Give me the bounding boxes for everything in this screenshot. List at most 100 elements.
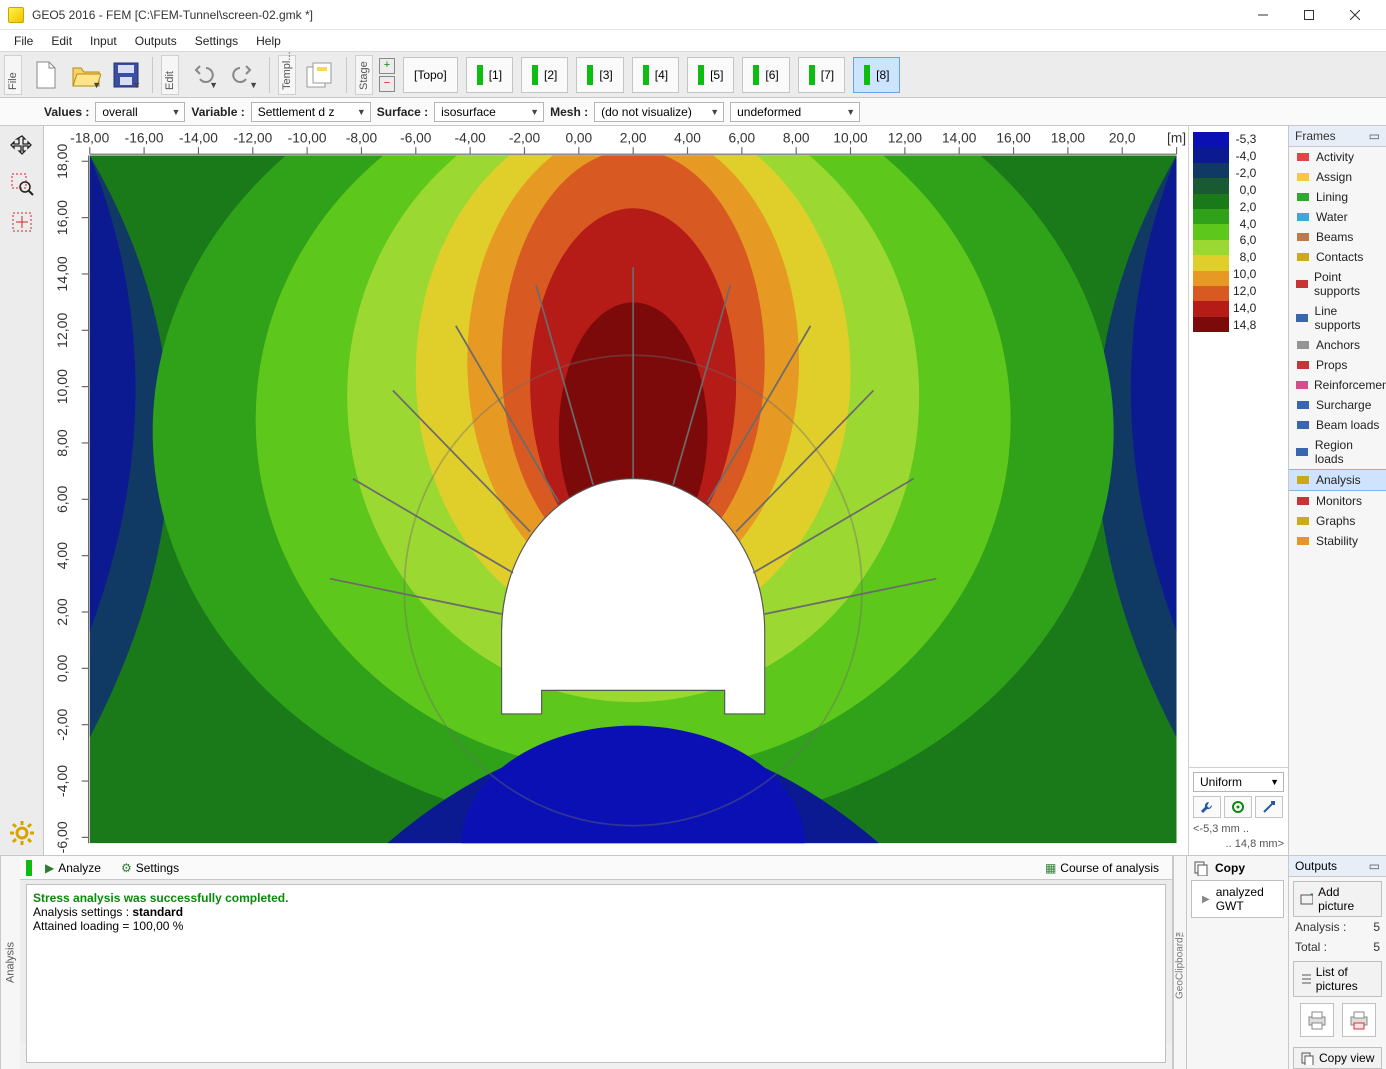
close-button[interactable]	[1332, 0, 1378, 30]
svg-text:12,00: 12,00	[54, 312, 70, 348]
svg-text:8,00: 8,00	[783, 129, 810, 145]
frame-item-activity[interactable]: Activity	[1289, 147, 1386, 167]
stage-1[interactable]: [1]	[466, 57, 513, 93]
copy-header: Copy	[1187, 856, 1288, 880]
frame-item-assign[interactable]: Assign	[1289, 167, 1386, 187]
menu-help[interactable]: Help	[248, 32, 289, 50]
frame-item-lining[interactable]: Lining	[1289, 187, 1386, 207]
pan-tool[interactable]	[6, 130, 38, 162]
view-settings-button[interactable]	[6, 817, 38, 849]
stage-7[interactable]: [7]	[798, 57, 845, 93]
outputs-collapse-icon[interactable]: ▭	[1369, 859, 1380, 873]
svg-text:-2,00: -2,00	[54, 708, 70, 740]
frame-item-label: Contacts	[1316, 250, 1363, 264]
frame-item-region-loads[interactable]: Region loads	[1289, 435, 1386, 469]
outputs-pane: Outputs▭ + Add picture Analysis :5 Total…	[1288, 856, 1386, 1069]
frame-item-surcharge[interactable]: Surcharge	[1289, 395, 1386, 415]
frame-item-anchors[interactable]: Anchors	[1289, 335, 1386, 355]
stage-remove-button[interactable]: −	[379, 76, 395, 92]
mesh-select[interactable]: (do not visualize)▼	[594, 102, 724, 122]
svg-text:2,00: 2,00	[620, 129, 647, 145]
fem-canvas[interactable]: -18,00-16,00-14,00-12,00-10,00-8,00-6,00…	[44, 126, 1188, 855]
new-file-button[interactable]	[28, 57, 64, 93]
stage-4[interactable]: [4]	[632, 57, 679, 93]
frame-item-props[interactable]: Props	[1289, 355, 1386, 375]
stage-add-button[interactable]: +	[379, 58, 395, 74]
svg-text:6,00: 6,00	[54, 485, 70, 513]
sidetab-file[interactable]: File	[4, 55, 22, 95]
label-mesh: Mesh :	[550, 105, 588, 119]
frame-item-water[interactable]: Water	[1289, 207, 1386, 227]
gear-small-icon: ⚙	[121, 861, 132, 875]
svg-text:-8,00: -8,00	[346, 129, 378, 145]
sidetab-edit[interactable]: Edit	[161, 55, 179, 95]
frame-item-point-supports[interactable]: Point supports	[1289, 267, 1386, 301]
fit-view-tool[interactable]	[6, 206, 38, 238]
analyze-button[interactable]: ▶ Analyze	[38, 858, 108, 878]
stage-topo[interactable]: [Topo]	[403, 57, 458, 93]
variable-select[interactable]: Settlement d z▼	[251, 102, 371, 122]
print-color-button[interactable]	[1342, 1003, 1376, 1037]
open-file-button[interactable]: ▼	[68, 57, 104, 93]
save-file-button[interactable]: ▼	[108, 57, 144, 93]
frame-item-beam-loads[interactable]: Beam loads	[1289, 415, 1386, 435]
frame-icon	[1295, 210, 1311, 224]
print-button[interactable]	[1300, 1003, 1334, 1037]
frame-icon	[1295, 418, 1311, 432]
frame-item-reinforcements[interactable]: Reinforcements	[1289, 375, 1386, 395]
menu-edit[interactable]: Edit	[43, 32, 80, 50]
frame-item-line-supports[interactable]: Line supports	[1289, 301, 1386, 335]
frame-icon	[1295, 277, 1309, 291]
svg-text:10,00: 10,00	[54, 369, 70, 405]
stage-5[interactable]: [5]	[687, 57, 734, 93]
course-of-analysis-button[interactable]: ▦ Course of analysis	[1038, 858, 1166, 878]
frame-item-stability[interactable]: Stability	[1289, 531, 1386, 551]
analysis-pane: ▶ Analyze ⚙ Settings ▦ Course of analysi…	[20, 856, 1172, 1069]
legend-wrench-button[interactable]	[1193, 796, 1221, 818]
list-of-pictures-button[interactable]: List of pictures	[1293, 961, 1382, 997]
outputs-analysis-count: Analysis :5	[1289, 917, 1386, 937]
menu-input[interactable]: Input	[82, 32, 125, 50]
stage-3[interactable]: [3]	[576, 57, 623, 93]
menu-outputs[interactable]: Outputs	[127, 32, 185, 50]
svg-text:+: +	[1310, 892, 1313, 901]
sidetab-stage[interactable]: Stage	[355, 55, 373, 95]
svg-text:14,00: 14,00	[942, 129, 977, 145]
frame-item-beams[interactable]: Beams	[1289, 227, 1386, 247]
legend-panel: -5,3-4,0-2,00,02,04,06,08,010,012,014,01…	[1188, 126, 1288, 855]
sidetab-templ[interactable]: Templ...	[278, 55, 296, 95]
geoclipboard-label: GeoClipboard™	[1173, 856, 1187, 1069]
menu-settings[interactable]: Settings	[187, 32, 246, 50]
add-picture-button[interactable]: + Add picture	[1293, 881, 1382, 917]
copy-view-button[interactable]: Copy view	[1293, 1047, 1382, 1069]
maximize-button[interactable]	[1286, 0, 1332, 30]
stage-6[interactable]: [6]	[742, 57, 789, 93]
copy-item-analyzed-gwt[interactable]: ▶ analyzed GWT	[1191, 880, 1284, 918]
frame-item-contacts[interactable]: Contacts	[1289, 247, 1386, 267]
surface-select[interactable]: isosurface▼	[434, 102, 544, 122]
stage-8[interactable]: [8]	[853, 57, 900, 93]
menu-file[interactable]: File	[6, 32, 41, 50]
frame-item-analysis[interactable]: Analysis	[1289, 469, 1386, 491]
stage-2[interactable]: [2]	[521, 57, 568, 93]
template-button[interactable]	[302, 57, 338, 93]
redo-button[interactable]: ▼	[225, 57, 261, 93]
frames-collapse-icon[interactable]: ▭	[1369, 129, 1380, 143]
svg-text:4,00: 4,00	[54, 542, 70, 570]
zoom-area-tool[interactable]	[6, 168, 38, 200]
deform-select[interactable]: undeformed▼	[730, 102, 860, 122]
analysis-settings-button[interactable]: ⚙ Settings	[114, 858, 186, 878]
chart-icon: ▦	[1045, 861, 1056, 875]
frame-item-monitors[interactable]: Monitors	[1289, 491, 1386, 511]
values-select[interactable]: overall▼	[95, 102, 185, 122]
svg-text:-6,00: -6,00	[54, 821, 70, 853]
svg-text:18,00: 18,00	[1051, 129, 1086, 145]
undo-button[interactable]: ▼	[185, 57, 221, 93]
minimize-button[interactable]	[1240, 0, 1286, 30]
svg-text:18,00: 18,00	[54, 143, 70, 179]
svg-text:[m]: [m]	[1167, 129, 1186, 145]
legend-reset-button[interactable]	[1255, 796, 1283, 818]
legend-target-button[interactable]	[1224, 796, 1252, 818]
legend-mode-select[interactable]: Uniform▼	[1193, 772, 1284, 792]
frame-item-graphs[interactable]: Graphs	[1289, 511, 1386, 531]
